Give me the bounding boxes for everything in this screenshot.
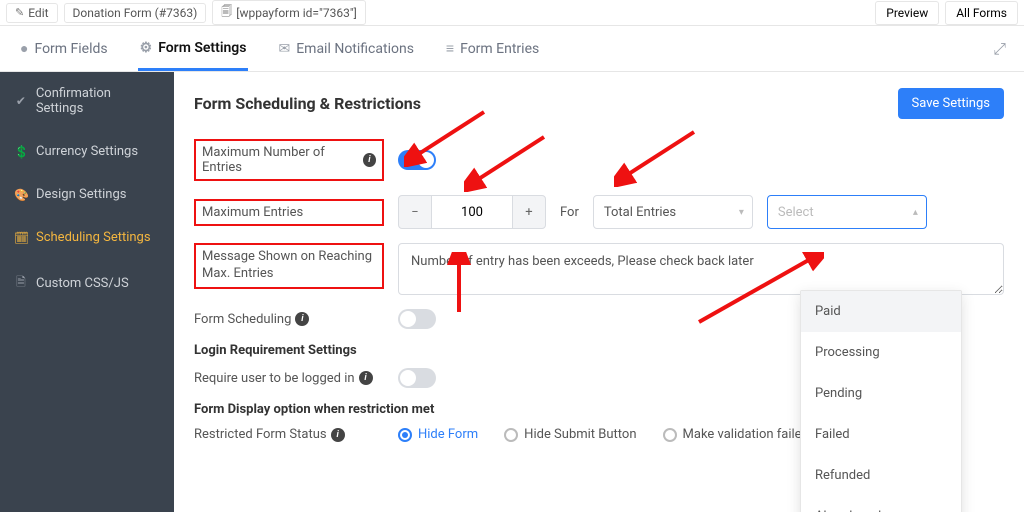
dropdown-option-abandoned[interactable]: Abandoned: [801, 496, 961, 512]
all-forms-button[interactable]: All Forms: [945, 1, 1018, 25]
sidebar-item-currency[interactable]: 💲 Currency Settings: [0, 130, 174, 173]
tab-form-entries[interactable]: ≡ Form Entries: [444, 28, 541, 69]
form-name-label: Donation Form (#7363): [73, 6, 198, 20]
sidebar-item-confirmation[interactable]: ✔ Confirmation Settings: [0, 72, 174, 130]
dropdown-option-pending[interactable]: Pending: [801, 373, 961, 414]
list-icon: ≡: [446, 40, 454, 57]
form-scheduling-toggle[interactable]: [398, 309, 436, 329]
status-select[interactable]: Select ▴: [767, 195, 927, 229]
calendar-icon: 🗓: [14, 231, 28, 245]
max-message-textarea[interactable]: [398, 243, 1004, 295]
tab-label: Email Notifications: [296, 41, 414, 57]
radio-hide-form[interactable]: Hide Form: [398, 427, 478, 442]
stepper-decrement[interactable]: −: [398, 195, 432, 229]
preview-button[interactable]: Preview: [875, 1, 939, 25]
save-settings-button[interactable]: Save Settings: [898, 88, 1005, 119]
tab-label: Form Entries: [460, 41, 539, 57]
mail-icon: ✉: [278, 41, 290, 57]
radio-label: Hide Form: [418, 427, 478, 442]
tab-form-settings[interactable]: ⚙ Form Settings: [138, 28, 249, 71]
form-name-chip[interactable]: Donation Form (#7363): [64, 3, 207, 23]
copy-icon: 🗐: [221, 3, 232, 22]
tab-label: Form Fields: [34, 41, 107, 57]
edit-label: Edit: [28, 6, 48, 20]
max-entries-label: Maximum Entries: [194, 199, 384, 226]
sidebar-item-label: Scheduling Settings: [36, 230, 151, 245]
sidebar-item-label: Currency Settings: [36, 144, 138, 159]
sidebar-item-custom-css[interactable]: 🗎 Custom CSS/JS: [0, 259, 174, 308]
sliders-icon: ⚙: [140, 40, 153, 56]
bulb-icon: ●: [20, 40, 28, 57]
max-entries-input[interactable]: [432, 195, 512, 229]
code-icon: 🗎: [14, 273, 28, 294]
status-select-placeholder: Select: [778, 205, 814, 220]
info-icon[interactable]: i: [359, 371, 373, 385]
dropdown-option-paid[interactable]: Paid: [801, 291, 961, 332]
stepper-increment[interactable]: +: [512, 195, 546, 229]
currency-icon: 💲: [14, 145, 28, 159]
max-entries-toggle-label: Maximum Number of Entries i: [194, 139, 384, 181]
tab-email-notifications[interactable]: ✉ Email Notifications: [276, 29, 415, 69]
shortcode-chip[interactable]: 🗐 [wppayform id="7363"]: [212, 0, 366, 25]
max-entries-stepper: − +: [398, 195, 546, 229]
restricted-status-label: Restricted Form Status i: [194, 427, 384, 442]
info-icon[interactable]: i: [331, 428, 345, 442]
form-scheduling-label: Form Scheduling i: [194, 312, 384, 327]
require-login-label: Require user to be logged in i: [194, 371, 384, 386]
sidebar-item-label: Confirmation Settings: [36, 86, 160, 116]
page-title: Form Scheduling & Restrictions: [194, 94, 421, 113]
settings-sidebar: ✔ Confirmation Settings 💲 Currency Setting…: [0, 72, 174, 512]
chevron-down-icon: ▾: [739, 207, 744, 218]
dropdown-option-refunded[interactable]: Refunded: [801, 455, 961, 496]
chevron-up-icon: ▴: [913, 207, 918, 218]
dropdown-option-processing[interactable]: Processing: [801, 332, 961, 373]
tab-label: Form Settings: [158, 40, 246, 56]
tab-bar: ● Form Fields ⚙ Form Settings ✉ Email Notif…: [0, 26, 1024, 72]
content-panel: Form Scheduling & Restrictions Save Sett…: [174, 72, 1024, 512]
shortcode-label: [wppayform id="7363"]: [236, 6, 357, 20]
sidebar-item-scheduling[interactable]: 🗓 Scheduling Settings: [0, 216, 174, 259]
top-strip: ✎ Edit Donation Form (#7363) 🗐 [wppayform …: [0, 0, 1024, 26]
info-icon[interactable]: i: [363, 153, 376, 167]
expand-icon[interactable]: ⤢: [993, 39, 1006, 59]
check-icon: ✔: [14, 94, 28, 108]
sidebar-item-design[interactable]: 🎨 Design Settings: [0, 173, 174, 216]
dropdown-option-failed[interactable]: Failed: [801, 414, 961, 455]
palette-icon: 🎨: [14, 188, 28, 202]
sidebar-item-label: Custom CSS/JS: [36, 276, 129, 291]
max-message-label: Message Shown on Reaching Max. Entries: [194, 243, 384, 289]
radio-label: Hide Submit Button: [524, 427, 636, 442]
require-login-toggle[interactable]: [398, 368, 436, 388]
edit-chip[interactable]: ✎ Edit: [6, 3, 58, 23]
sidebar-item-label: Design Settings: [36, 187, 126, 202]
radio-hide-submit[interactable]: Hide Submit Button: [504, 427, 636, 442]
tab-form-fields[interactable]: ● Form Fields: [18, 28, 110, 69]
for-select[interactable]: Total Entries ▾: [593, 195, 753, 229]
for-select-value: Total Entries: [604, 205, 676, 220]
info-icon[interactable]: i: [295, 312, 309, 326]
pencil-icon: ✎: [15, 6, 24, 19]
for-label: For: [560, 205, 579, 220]
max-entries-toggle[interactable]: [398, 150, 436, 170]
status-dropdown: Paid Processing Pending Failed Refunded …: [800, 290, 962, 512]
